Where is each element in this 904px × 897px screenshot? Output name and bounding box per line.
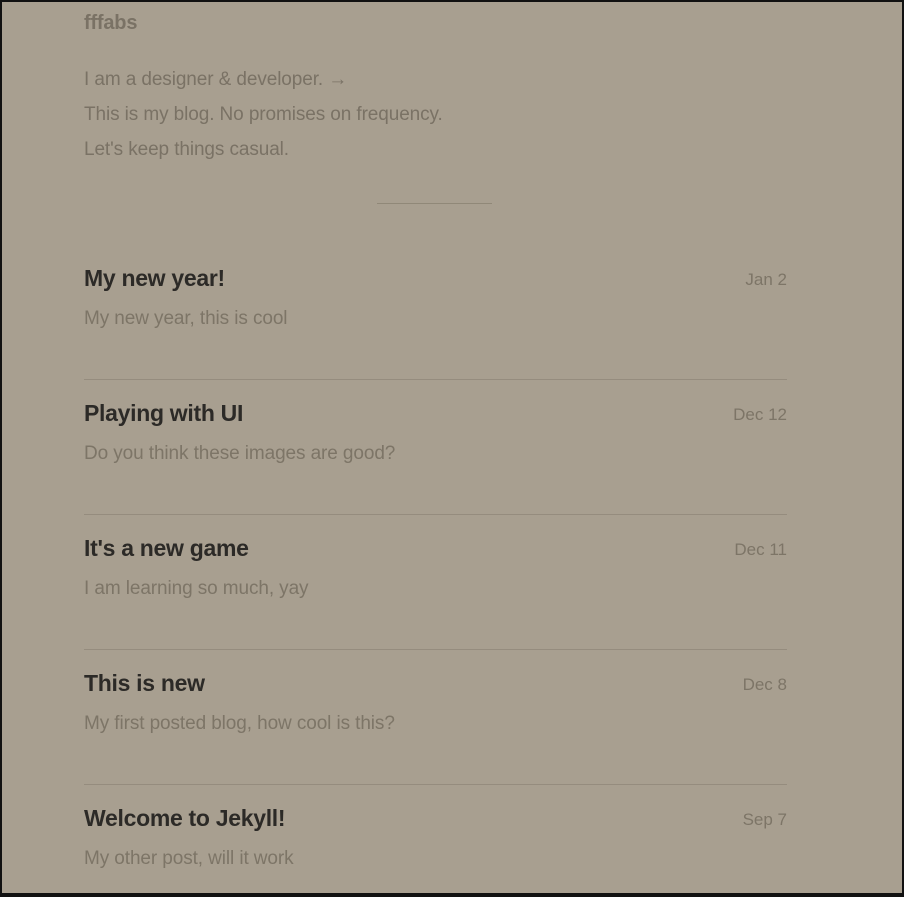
post-date: Dec 8 xyxy=(742,675,787,694)
post-title-link[interactable]: It's a new game xyxy=(84,535,249,562)
post-date: Dec 11 xyxy=(734,540,787,559)
intro: I am a designer & developer. → This is m… xyxy=(84,62,443,167)
post-excerpt: I am learning so much, yay xyxy=(84,578,309,599)
site-title[interactable]: fffabs xyxy=(84,12,137,35)
post-title-link[interactable]: Playing with UI xyxy=(84,400,243,427)
post-excerpt: My new year, this is cool xyxy=(84,308,288,329)
post-item: Playing with UI Dec 12 Do you think thes… xyxy=(84,380,787,515)
post-title-link[interactable]: This is new xyxy=(84,670,205,697)
post-item: Welcome to Jekyll! Sep 7 My other post, … xyxy=(84,785,787,893)
divider xyxy=(377,203,492,204)
intro-line-2: This is my blog. No promises on frequenc… xyxy=(84,104,443,125)
post-date: Jan 2 xyxy=(745,270,787,289)
post-date: Sep 7 xyxy=(742,810,787,829)
post-list: My new year! Jan 2 My new year, this is … xyxy=(84,245,787,893)
post-item: This is new Dec 8 My first posted blog, … xyxy=(84,650,787,785)
post-date: Dec 12 xyxy=(733,405,787,424)
blog-page: fffabs I am a designer & developer. → Th… xyxy=(2,2,902,893)
post-item: It's a new game Dec 11 I am learning so … xyxy=(84,515,787,650)
post-item: My new year! Jan 2 My new year, this is … xyxy=(84,245,787,380)
post-excerpt: My first posted blog, how cool is this? xyxy=(84,713,395,734)
post-excerpt: My other post, will it work xyxy=(84,848,294,869)
post-excerpt: Do you think these images are good? xyxy=(84,443,396,464)
intro-line-3: Let's keep things casual. xyxy=(84,139,289,160)
post-title-link[interactable]: My new year! xyxy=(84,265,225,292)
intro-about-link[interactable]: I am a designer & developer. → xyxy=(84,69,347,90)
post-title-link[interactable]: Welcome to Jekyll! xyxy=(84,805,286,832)
